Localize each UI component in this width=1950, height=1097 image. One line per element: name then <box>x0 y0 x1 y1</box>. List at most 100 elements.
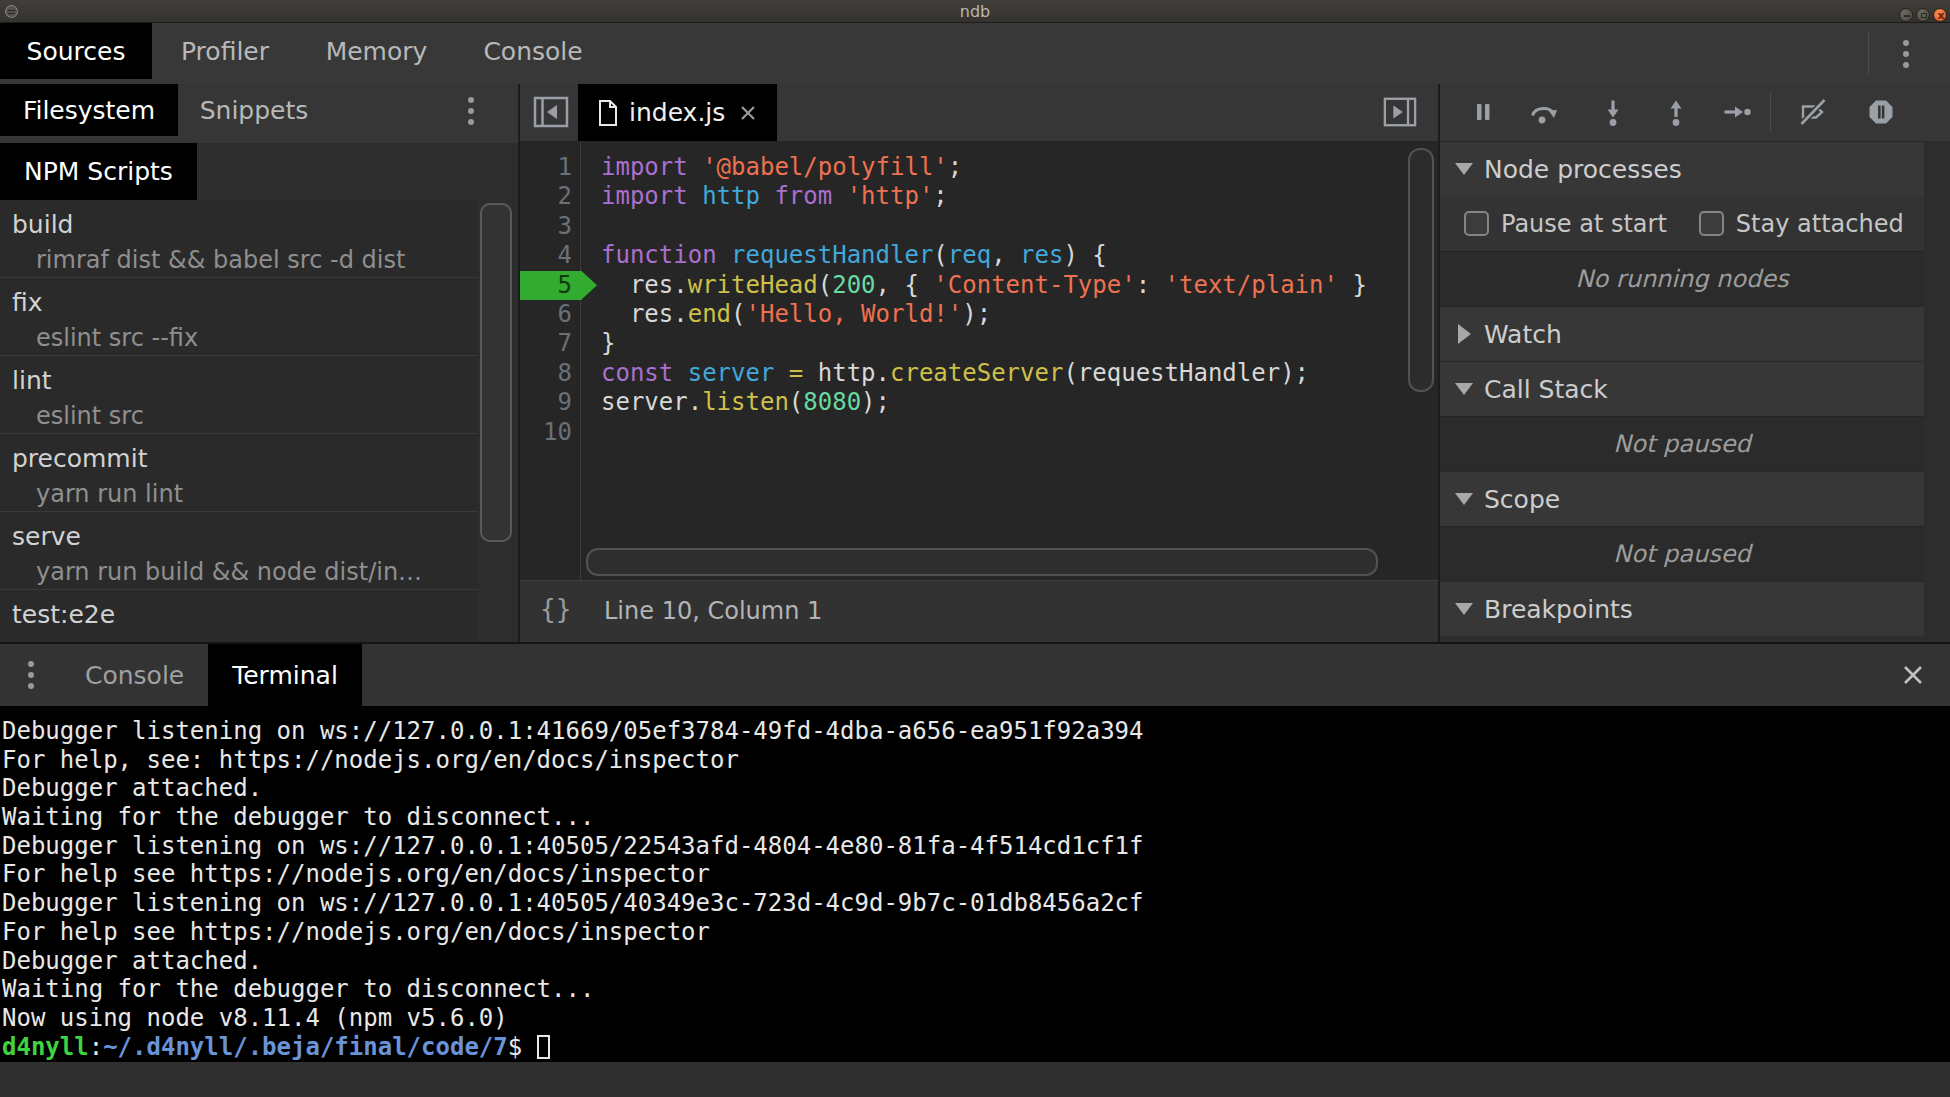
line-number[interactable]: 2 <box>520 182 580 211</box>
terminal-cursor[interactable] <box>537 1035 550 1059</box>
editor-statusbar: {} Line 10, Column 1 <box>520 580 1438 642</box>
section-header-node-processes[interactable]: Node processes <box>1440 141 1924 196</box>
code-line[interactable]: const server = http.createServer(request… <box>601 359 1406 388</box>
sidebar-scrollbar[interactable] <box>480 203 512 542</box>
code-line[interactable]: import http from 'http'; <box>601 182 1406 211</box>
code-line[interactable] <box>601 418 1406 447</box>
section-empty-message: Not paused <box>1440 526 1924 581</box>
script-item[interactable]: fixeslint src --fix <box>0 278 478 356</box>
code-line[interactable]: } <box>601 329 1406 358</box>
section-header-breakpoints[interactable]: Breakpoints <box>1440 581 1924 636</box>
line-number[interactable]: 1 <box>520 153 580 182</box>
sidebar-tab-snippets[interactable]: Snippets <box>178 84 330 136</box>
line-number[interactable]: 3 <box>520 212 580 241</box>
step-over-icon[interactable] <box>1528 97 1558 127</box>
triangle-down-icon <box>1455 493 1473 505</box>
drawer-tab-bar: Console Terminal <box>0 644 1950 706</box>
tab-console[interactable]: Console <box>455 23 611 79</box>
terminal-line: Debugger attached. <box>2 774 1950 803</box>
triangle-right-icon <box>1458 324 1471 344</box>
drawer-tab-console[interactable]: Console <box>85 644 184 706</box>
script-name: fix <box>0 278 478 317</box>
show-drawer-icon[interactable] <box>1383 95 1419 131</box>
tab-profiler[interactable]: Profiler <box>152 23 298 79</box>
ndb-devtools-window: ndb x SourcesProfilerMemoryConsole Files… <box>0 0 1950 1097</box>
empty-text: Not paused <box>1613 540 1750 568</box>
script-item[interactable]: linteslint src <box>0 356 478 434</box>
drawer-tab-terminal[interactable]: Terminal <box>208 644 362 706</box>
section-header-watch[interactable]: Watch <box>1440 306 1924 361</box>
script-item[interactable]: buildrimraf dist && babel src -d dist <box>0 200 478 278</box>
prompt-path: ~/.d4nyll/.beja/final/code/7 <box>103 1033 508 1061</box>
line-number[interactable]: 4 <box>520 241 580 270</box>
drawer-close-icon[interactable] <box>1899 661 1927 689</box>
code-line[interactable] <box>601 212 1406 241</box>
toggle-navigator-icon[interactable] <box>533 94 569 130</box>
sources-sidebar: FilesystemSnippets NPM Scripts buildrimr… <box>0 84 520 642</box>
debugger-toolbar-separator <box>1770 92 1771 132</box>
line-number[interactable]: 9 <box>520 388 580 417</box>
editor-tab-indexjs[interactable]: index.js <box>578 84 777 141</box>
tab-sources[interactable]: Sources <box>0 23 152 79</box>
pause-on-exceptions-icon[interactable] <box>1866 97 1896 127</box>
step-out-icon[interactable] <box>1661 97 1691 127</box>
terminal-output[interactable]: Debugger listening on ws://127.0.0.1:416… <box>0 706 1950 1062</box>
terminal-line: Debugger attached. <box>2 947 1950 976</box>
step-icon[interactable] <box>1722 97 1752 127</box>
maximize-button[interactable] <box>1916 8 1930 22</box>
code-line[interactable]: function requestHandler(req, res) { <box>601 241 1406 270</box>
triangle-down-icon <box>1455 383 1473 395</box>
line-number[interactable]: 10 <box>520 418 580 447</box>
pause-icon[interactable] <box>1468 97 1498 127</box>
script-command: rimraf dist && babel src -d dist <box>0 239 478 274</box>
code-editor[interactable]: 12345678910 import '@babel/polyfill';imp… <box>520 141 1438 580</box>
code-line[interactable]: res.writeHead(200, { 'Content-Type': 'te… <box>601 271 1406 300</box>
script-command: yarn run build && node dist/in… <box>0 551 478 586</box>
line-number[interactable]: 7 <box>520 329 580 358</box>
main-tab-bar: SourcesProfilerMemoryConsole <box>0 23 1950 84</box>
prompt-dollar: $ <box>508 1033 537 1061</box>
line-number[interactable]: 5 <box>520 271 580 300</box>
script-item[interactable]: serveyarn run build && node dist/in… <box>0 512 478 590</box>
section-header-call-stack[interactable]: Call Stack <box>1440 361 1924 416</box>
code-line[interactable]: import '@babel/polyfill'; <box>601 153 1406 182</box>
checkbox-pause-at-start[interactable] <box>1464 211 1489 236</box>
checkbox-label[interactable]: Stay attached <box>1736 210 1904 238</box>
code-line[interactable]: res.end('Hello, World!'); <box>601 300 1406 329</box>
line-number-gutter[interactable]: 12345678910 <box>520 153 580 447</box>
prompt-separator: : <box>89 1033 103 1061</box>
toolbar-separator <box>1868 32 1869 75</box>
terminal-prompt-line: d4nyll:~/.d4nyll/.beja/final/code/7$ <box>2 1033 1950 1062</box>
pretty-print-icon[interactable]: {} <box>540 594 571 624</box>
editor-vertical-scrollbar[interactable] <box>1408 148 1434 392</box>
checkbox-label[interactable]: Pause at start <box>1501 210 1667 238</box>
script-item[interactable]: test:e2e <box>0 590 478 642</box>
window-title: ndb <box>0 2 1950 21</box>
code-line[interactable]: server.listen(8080); <box>601 388 1406 417</box>
terminal-line: Debugger listening on ws://127.0.0.1:405… <box>2 832 1950 861</box>
section-empty-message: No running nodes <box>1440 251 1924 306</box>
debugger-toolbar <box>1440 84 1950 141</box>
section-header-scope[interactable]: Scope <box>1440 471 1924 526</box>
sidebar-tab-filesystem[interactable]: Filesystem <box>0 84 178 136</box>
minimize-button[interactable] <box>1899 8 1913 22</box>
line-number[interactable]: 8 <box>520 359 580 388</box>
deactivate-breakpoints-icon[interactable] <box>1798 97 1828 127</box>
window-titlebar: ndb x <box>0 0 1950 23</box>
line-number[interactable]: 6 <box>520 300 580 329</box>
script-name: precommit <box>0 434 478 473</box>
npm-scripts-header[interactable]: NPM Scripts <box>0 143 197 200</box>
terminal-line: For help see https://nodejs.org/en/docs/… <box>2 860 1950 889</box>
npm-script-list: buildrimraf dist && babel src -d distfix… <box>0 200 478 642</box>
editor-horizontal-scrollbar[interactable] <box>586 548 1378 576</box>
tab-memory[interactable]: Memory <box>298 23 455 79</box>
tab-close-icon[interactable] <box>736 101 760 125</box>
triangle-down-icon <box>1455 603 1473 615</box>
terminal-line: Debugger listening on ws://127.0.0.1:405… <box>2 889 1950 918</box>
script-item[interactable]: precommityarn run lint <box>0 434 478 512</box>
step-into-icon[interactable] <box>1598 97 1628 127</box>
checkbox-stay-attached[interactable] <box>1699 211 1724 236</box>
close-button[interactable]: x <box>1933 8 1947 22</box>
code-content[interactable]: import '@babel/polyfill';import http fro… <box>601 153 1406 447</box>
section-label: Watch <box>1484 320 1562 349</box>
